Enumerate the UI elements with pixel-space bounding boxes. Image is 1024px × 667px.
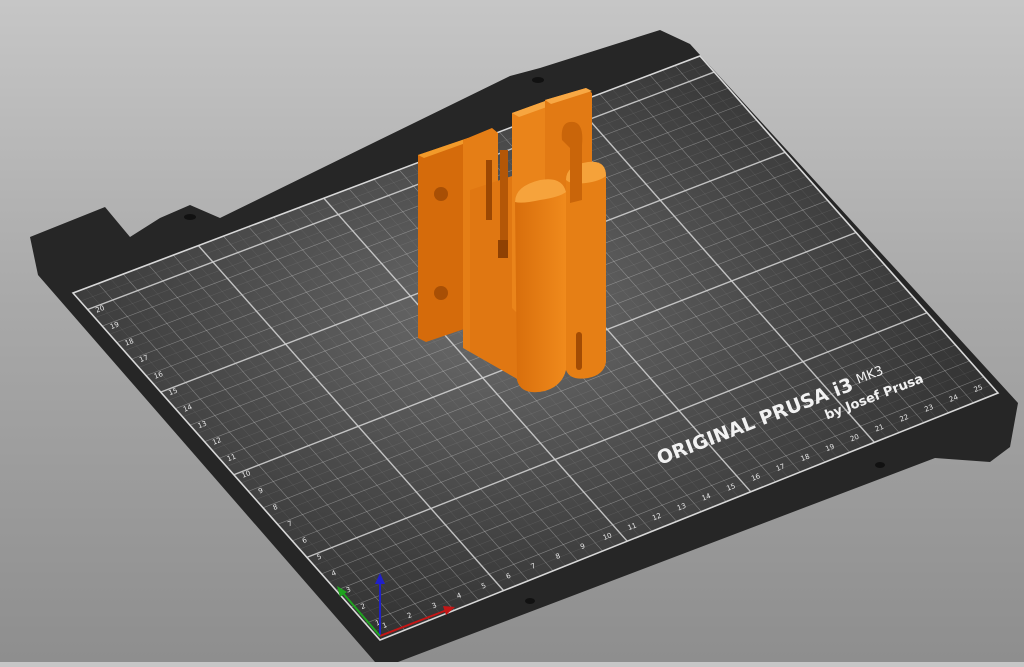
mount-hole-top — [532, 77, 544, 83]
part-clip-slot — [576, 332, 582, 370]
part-slot-mid — [500, 150, 508, 245]
part-front-cylinder — [515, 179, 566, 393]
mount-hole-bottom — [525, 598, 535, 604]
scene-svg[interactable]: 1234567891011121314151617181920212223242… — [0, 0, 1024, 662]
part-hole-upper — [434, 187, 448, 201]
3d-viewport[interactable]: 1 2 3 4 5 6 7 8 9 10 11 12 13 14 15 16 17 18 19 20 21 22 23 24 2… — [0, 0, 1024, 662]
part-slot-right — [498, 240, 508, 258]
mount-hole-right — [875, 462, 885, 468]
part-slot-left — [486, 160, 492, 220]
mount-hole-left — [184, 214, 196, 220]
part-hole-lower — [434, 286, 448, 300]
